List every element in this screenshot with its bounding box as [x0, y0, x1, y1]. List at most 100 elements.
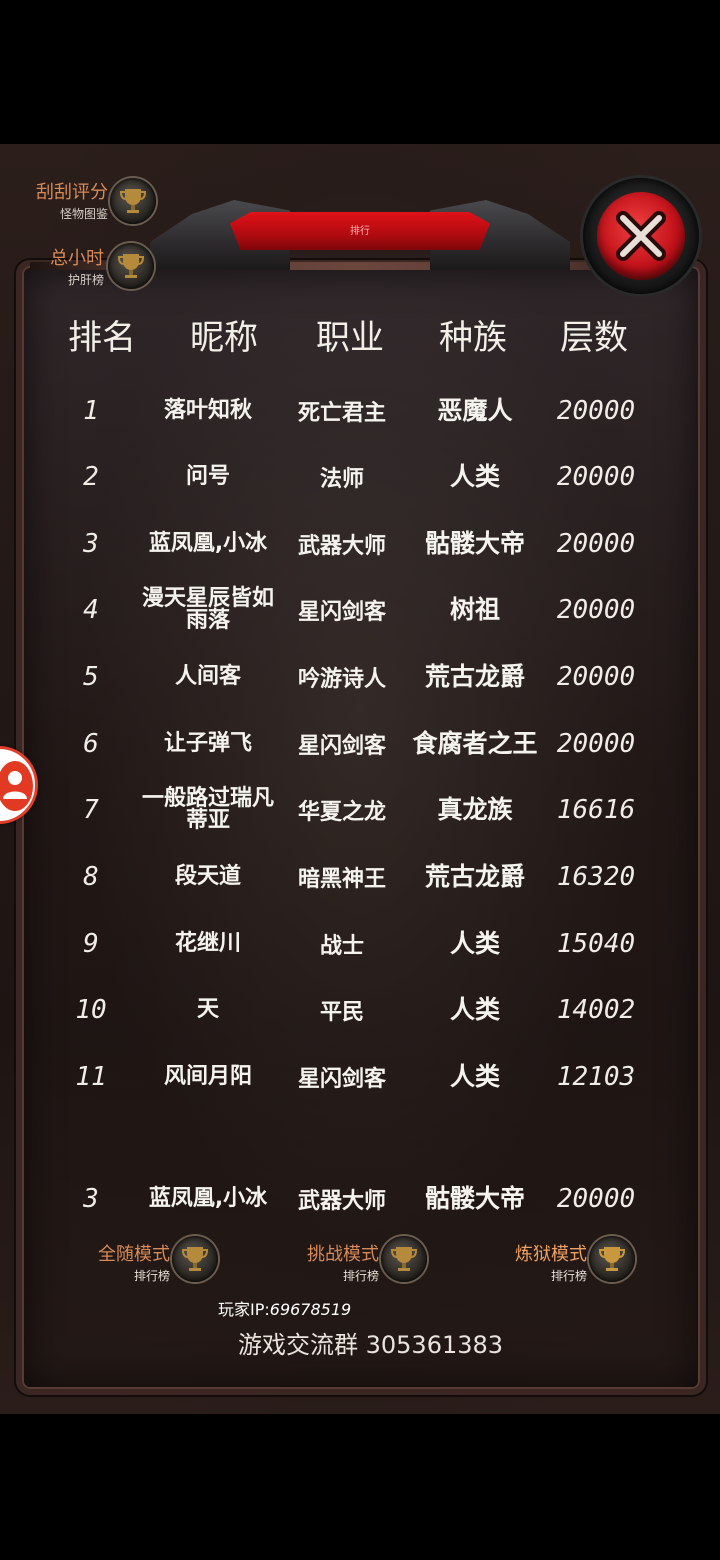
column-header-race: 种族 [439, 318, 507, 358]
ribbon-text: 排行 [350, 226, 370, 237]
level-cell: 16320 [556, 862, 636, 892]
rank-cell: 9 [83, 929, 99, 959]
level-cell: 14002 [556, 995, 636, 1025]
column-header-level: 层数 [560, 318, 628, 358]
race-cell: 人类 [449, 462, 500, 491]
race-cell: 恶魔人 [437, 396, 513, 425]
name-cell: 蓝凤凰,小冰 [148, 531, 268, 556]
rank-cell: 6 [83, 729, 99, 759]
my-rank-row: 3 蓝凤凰,小冰 武器大师 骷髅大帝 20000 [0, 1166, 720, 1232]
column-header-name: 昵称 [190, 318, 258, 358]
table-row[interactable]: 7 一般路过瑞凡蒂亚 华夏之龙 真龙族 16616 [0, 777, 720, 843]
trophy-icon [381, 1236, 427, 1282]
level-cell: 15040 [556, 929, 636, 959]
rank-cell: 1 [83, 396, 99, 426]
table-row[interactable]: 3 蓝凤凰,小冰 武器大师 骷髅大帝 20000 [0, 511, 720, 577]
race-cell: 人类 [449, 1062, 500, 1091]
table-header: 排名 昵称 职业 种族 层数 [0, 310, 720, 360]
rank-cell: 4 [83, 595, 99, 625]
player-ip: 玩家IP:69678519 [218, 1296, 351, 1320]
rank-cell: 5 [83, 662, 99, 692]
race-cell: 人类 [449, 929, 500, 958]
side-button-main: 刮刮评分 [36, 182, 108, 203]
race-cell: 荒古龙爵 [424, 662, 525, 691]
side-button-sub: 护肝榜 [67, 273, 104, 287]
job-cell: 武器大师 [297, 534, 386, 559]
level-cell: 20000 [556, 462, 636, 492]
table-row[interactable]: 10 天 平民 人类 14002 [0, 977, 720, 1043]
level-cell: 16616 [556, 795, 636, 825]
rank-cell: 7 [83, 795, 99, 825]
trophy-icon [589, 1236, 635, 1282]
job-cell: 星闪剑客 [297, 600, 386, 625]
rank-cell: 8 [83, 862, 99, 892]
table-row[interactable]: 8 段天道 暗黑神王 荒古龙爵 16320 [0, 844, 720, 910]
job-cell: 暗黑神王 [297, 867, 386, 892]
race-cell: 食腐者之王 [412, 729, 538, 758]
side-button-sub: 怪物图鉴 [59, 207, 108, 221]
job-cell: 星闪剑客 [297, 734, 386, 759]
race-cell: 骷髅大帝 [424, 529, 525, 558]
close-icon [616, 211, 666, 261]
mode-sublabel: 排行榜 [342, 1269, 379, 1283]
my-race-cell: 骷髅大帝 [424, 1184, 525, 1213]
race-cell: 树祖 [449, 595, 500, 624]
column-header-rank: 排名 [68, 318, 136, 358]
trophy-icon [172, 1236, 218, 1282]
name-cell: 段天道 [174, 864, 241, 889]
name-cell: 人间客 [174, 664, 241, 689]
level-cell: 20000 [556, 662, 636, 692]
mode-sublabel: 排行榜 [133, 1269, 170, 1283]
rank-cell: 10 [75, 995, 107, 1025]
name-cell: 风间月阳 [163, 1064, 252, 1089]
level-cell: 20000 [556, 396, 636, 426]
column-header-job: 职业 [316, 318, 384, 358]
table-row[interactable]: 5 人间客 吟游诗人 荒古龙爵 20000 [0, 644, 720, 710]
name-cell: 落叶知秋 [163, 398, 252, 423]
rank-cell: 11 [75, 1062, 107, 1092]
rank-cell: 3 [83, 529, 99, 559]
level-cell: 20000 [556, 729, 636, 759]
race-cell: 真龙族 [437, 795, 513, 824]
user-icon [0, 761, 33, 811]
level-cell: 20000 [556, 595, 636, 625]
level-cell: 20000 [556, 529, 636, 559]
table-row[interactable]: 4 漫天星辰皆如雨落 星闪剑客 树祖 20000 [0, 577, 720, 643]
name-cell: 花继川 [174, 931, 241, 956]
my-level-cell: 20000 [556, 1184, 636, 1214]
race-cell: 荒古龙爵 [424, 862, 525, 891]
job-cell: 吟游诗人 [297, 667, 386, 692]
mode-label: 炼狱模式 [515, 1244, 587, 1265]
job-cell: 战士 [319, 934, 364, 959]
name-cell: 一般路过瑞凡蒂亚 [141, 786, 274, 833]
race-cell: 人类 [449, 995, 500, 1024]
table-row[interactable]: 11 风间月阳 星闪剑客 人类 12103 [0, 1044, 720, 1110]
side-button-main: 总小时 [50, 248, 104, 269]
my-rank-cell: 3 [83, 1184, 99, 1214]
mode-label: 挑战模式 [307, 1244, 379, 1265]
player-ip-value: 69678519 [269, 1300, 352, 1319]
player-ip-label: 玩家IP: [218, 1300, 270, 1319]
trophy-icon [108, 243, 154, 289]
level-cell: 12103 [556, 1062, 636, 1092]
mode-label: 全随模式 [98, 1244, 170, 1265]
my-name-cell: 蓝凤凰,小冰 [148, 1186, 268, 1211]
name-cell: 让子弹飞 [163, 731, 252, 756]
job-cell: 华夏之龙 [297, 800, 386, 825]
group-info: 游戏交流群 305361383 [238, 1331, 504, 1359]
job-cell: 死亡君主 [297, 401, 386, 426]
name-cell: 天 [196, 997, 219, 1022]
trophy-icon [110, 178, 156, 224]
close-button[interactable] [583, 178, 699, 294]
table-row[interactable]: 9 花继川 战士 人类 15040 [0, 911, 720, 977]
name-cell: 漫天星辰皆如雨落 [141, 586, 274, 633]
my-job-cell: 武器大师 [297, 1189, 386, 1214]
table-row[interactable]: 1 落叶知秋 死亡君主 恶魔人 20000 [0, 378, 720, 444]
job-cell: 平民 [319, 1000, 364, 1025]
mode-sublabel: 排行榜 [550, 1269, 587, 1283]
job-cell: 法师 [319, 467, 364, 492]
rank-cell: 2 [83, 462, 99, 492]
table-row[interactable]: 6 让子弹飞 星闪剑客 食腐者之王 20000 [0, 711, 720, 777]
name-cell: 问号 [185, 464, 230, 489]
table-row[interactable]: 2 问号 法师 人类 20000 [0, 444, 720, 510]
